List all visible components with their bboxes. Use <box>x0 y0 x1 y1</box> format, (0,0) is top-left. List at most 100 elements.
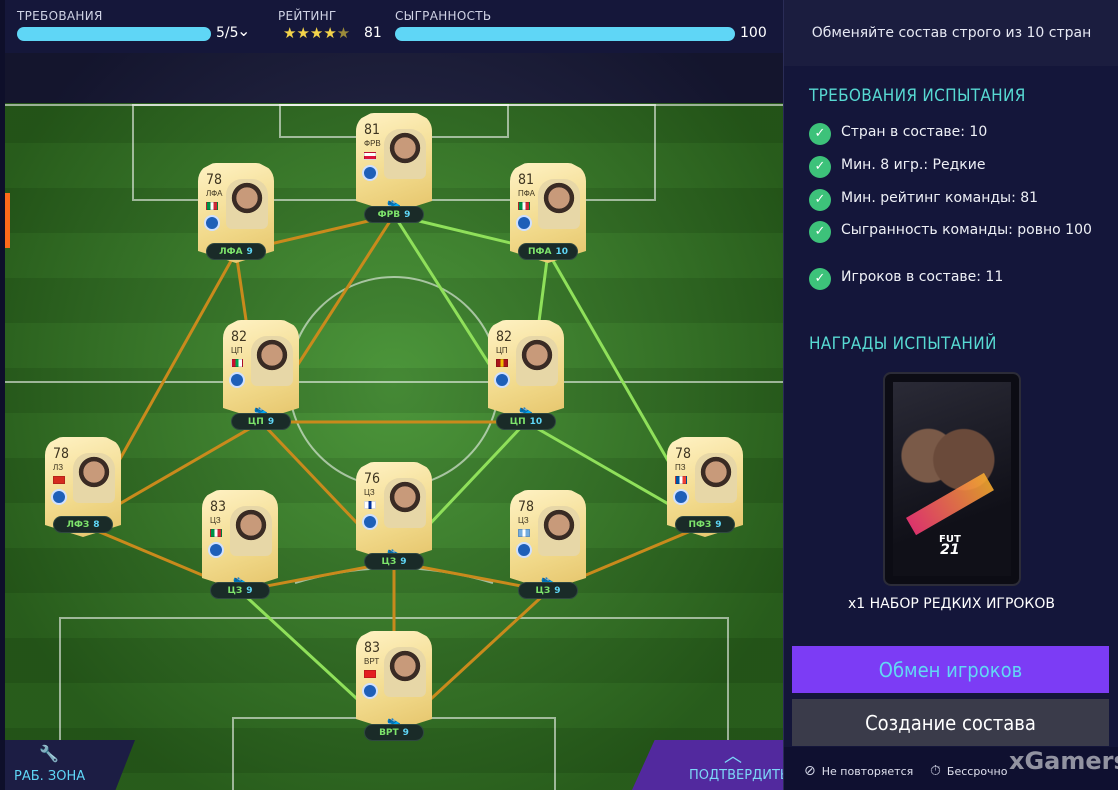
club-badge-icon <box>229 372 245 388</box>
wrench-icon: 🔧 <box>39 746 59 763</box>
chip-chemistry: 9 <box>246 585 253 596</box>
player-rating: 78 <box>518 499 535 515</box>
club-badge-icon <box>51 489 67 505</box>
chip-chemistry: 10 <box>529 416 543 427</box>
player-position: ВРТ <box>364 657 380 666</box>
club-badge-icon <box>204 215 220 231</box>
requirements-label: ТРЕБОВАНИЯ <box>17 9 103 23</box>
player-photo <box>538 179 580 229</box>
player-rating: 78 <box>53 446 70 462</box>
player-photo <box>384 647 426 697</box>
chip-position: ЛФЗ <box>66 519 90 530</box>
chip-position: ЦЗ <box>227 585 243 596</box>
player-card-rcm[interactable]: 82 ЦП 👟 <box>488 320 564 428</box>
player-photo <box>73 453 115 503</box>
player-card-st[interactable]: 81 ФРВ 👟 <box>356 113 432 221</box>
player-position: ЦП <box>231 346 243 355</box>
club-badge-icon <box>673 489 689 505</box>
flag-icon <box>496 359 508 367</box>
requirement-item: ✓ Сыгранность команды: ровно 100 <box>809 221 1099 243</box>
player-position: ЦЗ <box>210 516 221 525</box>
position-chip-st: ФРВ 9 <box>364 206 424 223</box>
position-chip-rf: ПФА 10 <box>518 243 578 260</box>
player-rating: 78 <box>675 446 692 462</box>
club-badge-icon <box>208 542 224 558</box>
chip-position: ЦП <box>247 416 264 427</box>
flag-icon <box>206 202 218 210</box>
position-chip-cb_mid: ЦЗ 9 <box>364 553 424 570</box>
reward-label: x1 НАБОР РЕДКИХ ИГРОКОВ <box>848 596 1055 612</box>
challenge-description: Обменяйте состав строго из 10 стран <box>784 0 1118 66</box>
player-photo <box>538 506 580 556</box>
squad-builder-screen: ТРЕБОВАНИЯ 5/5 ⌄ РЕЙТИНГ ★★★★★ 81 СЫГРАН… <box>0 0 1118 790</box>
reward-pack-image: FUT 21 <box>885 374 1019 584</box>
player-rating: 81 <box>364 122 381 138</box>
chemistry-value: 100 <box>740 25 767 41</box>
requirements-progress-bar <box>17 27 211 41</box>
challenge-panel: Обменяйте состав строго из 10 стран ТРЕБ… <box>783 0 1118 790</box>
chemistry-progress-bar <box>395 27 735 41</box>
fut-logo: FUT 21 <box>939 534 961 558</box>
chip-position: ЦЗ <box>381 556 397 567</box>
check-icon: ✓ <box>809 156 831 178</box>
player-rating: 83 <box>210 499 227 515</box>
chip-chemistry: 9 <box>404 209 411 220</box>
chevron-down-icon[interactable]: ⌄ <box>237 21 250 41</box>
position-chip-lcm: ЦП 9 <box>231 413 291 430</box>
player-photo <box>251 336 293 386</box>
workspace-button[interactable]: 🔧 РАБ. ЗОНА <box>5 740 135 790</box>
player-photo <box>384 129 426 179</box>
squad-builder-button[interactable]: Создание состава <box>792 699 1109 746</box>
chip-chemistry: 9 <box>402 727 409 738</box>
check-icon: ✓ <box>809 268 831 290</box>
rewards-title: НАГРАДЫ ИСПЫТАНИЙ <box>809 334 997 354</box>
club-badge-icon <box>516 215 532 231</box>
position-chip-lcb: ЦЗ 9 <box>210 582 270 599</box>
check-icon: ✓ <box>809 189 831 211</box>
rating-label: РЕЙТИНГ <box>278 9 337 23</box>
flag-icon <box>364 670 376 678</box>
chip-position: ЛФА <box>219 246 243 257</box>
player-position: ПФА <box>518 189 535 198</box>
challenge-footer: ⊘ Не повторяется ⏱ Бессрочно xGamers <box>784 747 1118 790</box>
club-badge-icon <box>362 683 378 699</box>
chip-position: ВРТ <box>379 727 399 738</box>
requirement-item: ✓ Мин. 8 игр.: Редкие <box>809 156 1099 178</box>
chemistry-label: СЫГРАННОСТЬ <box>395 9 492 23</box>
chevron-up-icon: ︿ <box>724 746 742 766</box>
player-position: ЦП <box>496 346 508 355</box>
player-position: ЛЗ <box>53 463 64 472</box>
club-badge-icon <box>362 514 378 530</box>
player-rating: 83 <box>364 640 381 656</box>
flag-icon <box>518 202 530 210</box>
watermark: xGamers <box>1009 747 1118 775</box>
requirement-item: ✓ Стран в составе: 10 <box>809 123 1099 145</box>
check-icon: ✓ <box>809 221 831 243</box>
chip-position: ПФЗ <box>688 519 712 530</box>
position-chip-rcm: ЦП 10 <box>496 413 556 430</box>
requirements-value: 5/5 <box>216 25 239 41</box>
confirm-button[interactable]: ︿ ПОДТВЕРДИТЬ <box>632 740 783 790</box>
flag-icon <box>210 529 222 537</box>
rating-value: 81 <box>364 25 382 41</box>
position-chip-gk: ВРТ 9 <box>364 724 424 741</box>
chip-chemistry: 9 <box>246 246 253 257</box>
chip-position: ФРВ <box>377 209 401 220</box>
player-card-lcm[interactable]: 82 ЦП 👟 <box>223 320 299 428</box>
chip-position: ЦП <box>509 416 526 427</box>
chip-position: ЦЗ <box>535 585 551 596</box>
position-chip-lf: ЛФА 9 <box>206 243 266 260</box>
player-rating: 82 <box>496 329 513 345</box>
player-position: ФРВ <box>364 139 381 148</box>
club-badge-icon <box>362 165 378 181</box>
player-card-gk[interactable]: 83 ВРТ 👟 <box>356 631 432 739</box>
timer-icon: ⏱ <box>930 763 941 779</box>
player-position: ПЗ <box>675 463 686 472</box>
swap-players-button[interactable]: Обмен игроков <box>792 646 1109 693</box>
flag-icon <box>675 476 687 484</box>
chip-chemistry: 9 <box>267 416 275 427</box>
player-photo <box>516 336 558 386</box>
rating-stars-icon: ★★★★★ <box>283 25 351 42</box>
chip-chemistry: 9 <box>554 585 561 596</box>
player-photo <box>226 179 268 229</box>
